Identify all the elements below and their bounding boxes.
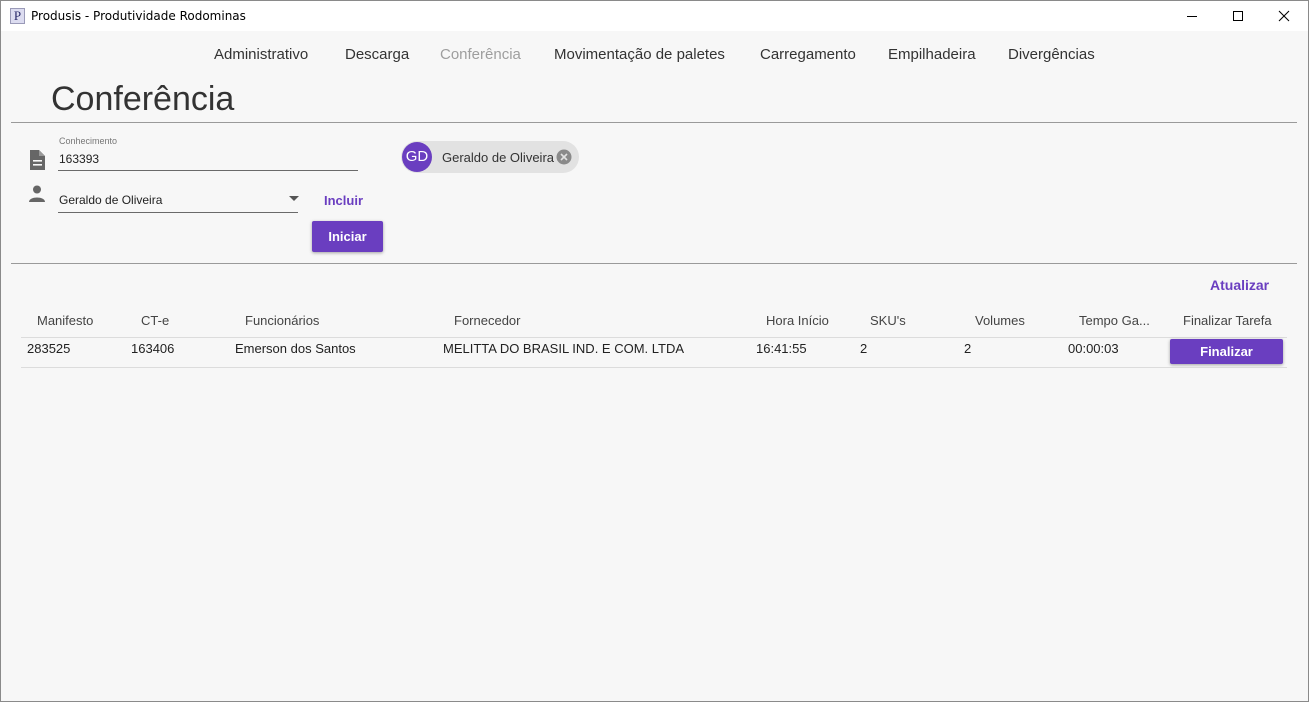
atualizar-button[interactable]: Atualizar	[1210, 277, 1269, 293]
header-hora-inicio[interactable]: Hora Início	[766, 313, 829, 328]
cell-cte: 163406	[131, 341, 175, 356]
header-manifesto[interactable]: Manifesto	[37, 313, 93, 328]
form-divider	[11, 263, 1297, 264]
nav-administrativo[interactable]: Administrativo	[214, 46, 308, 63]
cell-skus: 2	[860, 341, 868, 356]
cell-tempo: 00:00:03	[1068, 341, 1119, 356]
chip-remove-icon[interactable]	[556, 149, 572, 165]
finalizar-button[interactable]: Finalizar	[1170, 339, 1283, 364]
title-divider	[11, 122, 1297, 123]
cell-fornecedor: MELITTA DO BRASIL IND. E COM. LTDA	[443, 341, 685, 356]
page-title: Conferência	[51, 80, 235, 118]
nav-descarga[interactable]: Descarga	[345, 46, 409, 63]
cell-manifesto: 283525	[27, 341, 71, 356]
nav-divergencias[interactable]: Divergências	[1008, 46, 1095, 63]
funcionario-chip: GD Geraldo de Oliveira	[401, 141, 579, 173]
window-title: Produsis - Produtividade Rodominas	[31, 9, 246, 23]
maximize-button[interactable]	[1215, 1, 1261, 31]
nav-conferencia[interactable]: Conferência	[440, 46, 521, 63]
dropdown-arrow-icon[interactable]	[289, 196, 299, 202]
header-funcionarios[interactable]: Funcionários	[245, 313, 319, 328]
header-row-divider	[21, 337, 1287, 338]
cell-hora-inicio: 16:41:55	[756, 341, 807, 356]
header-cte[interactable]: CT-e	[141, 313, 169, 328]
title-bar: P Produsis - Produtividade Rodominas	[1, 1, 1308, 31]
minimize-button[interactable]	[1169, 1, 1215, 31]
maximize-icon	[1233, 11, 1243, 21]
chip-label: Geraldo de Oliveira	[442, 150, 554, 165]
document-icon	[30, 150, 45, 170]
iniciar-button[interactable]: Iniciar	[312, 221, 383, 252]
incluir-button[interactable]: Incluir	[324, 193, 363, 208]
close-icon	[1278, 10, 1290, 22]
header-tempo[interactable]: Tempo Ga...	[1079, 313, 1150, 328]
header-volumes[interactable]: Volumes	[975, 313, 1025, 328]
funcionario-underline	[58, 212, 298, 213]
app-icon: P	[10, 8, 25, 24]
person-icon	[29, 185, 45, 202]
header-finalizar-tarefa: Finalizar Tarefa	[1183, 313, 1272, 328]
avatar: GD	[402, 142, 432, 172]
conhecimento-input[interactable]: 163393	[59, 152, 99, 166]
close-button[interactable]	[1261, 1, 1307, 31]
cell-funcionarios: Emerson dos Santos	[235, 341, 356, 356]
main-nav: Administrativo Descarga Conferência Movi…	[0, 46, 1309, 66]
header-skus[interactable]: SKU's	[870, 313, 906, 328]
cell-volumes: 2	[964, 341, 972, 356]
nav-carregamento[interactable]: Carregamento	[760, 46, 856, 63]
conhecimento-label: Conhecimento	[59, 136, 118, 146]
row-divider	[21, 367, 1287, 368]
nav-movimentacao-paletes[interactable]: Movimentação de paletes	[554, 46, 725, 63]
header-fornecedor[interactable]: Fornecedor	[454, 313, 520, 328]
minimize-icon	[1187, 16, 1197, 17]
conhecimento-underline	[58, 170, 358, 171]
nav-empilhadeira[interactable]: Empilhadeira	[888, 46, 976, 63]
funcionario-select[interactable]: Geraldo de Oliveira	[59, 193, 162, 207]
